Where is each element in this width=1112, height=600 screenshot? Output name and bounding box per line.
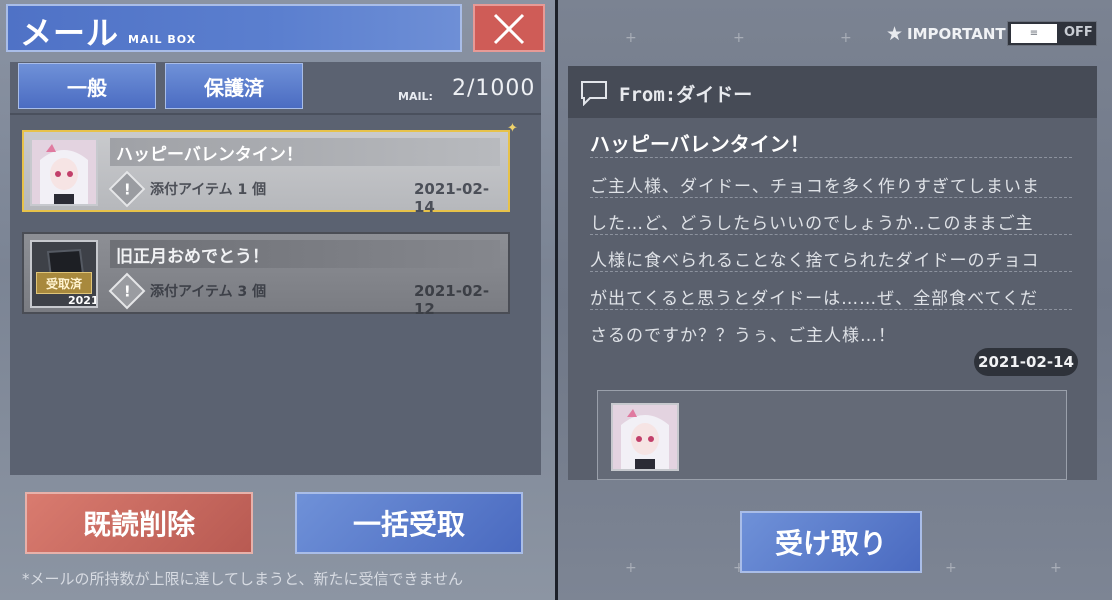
plus-deco-icon: + [625,560,637,576]
page-subtitle: MAIL BOX [128,33,197,46]
delete-read-button[interactable]: 既読削除 [25,492,253,554]
important-filter: ★ IMPORTANT [886,23,1006,45]
mail-item[interactable]: ハッピーバレンタイン！ ! 添付アイテム 1 個 2021-02-14 [22,130,510,216]
body-line: が出てくると思うとダイドーは……ぜ、全部食べてくだ [590,289,1038,309]
sender-name: From:ダイドー [619,84,753,106]
page-title: メール [20,14,120,52]
character-portrait-icon [613,405,677,469]
plus-deco-icon: + [625,30,637,46]
mail-subject: 旧正月おめでとう！ [110,240,500,268]
mail-detail-date: 2021-02-14 [974,348,1078,376]
body-line: さるのですか？？うぅ、ご主人様…！ [590,326,896,346]
received-badge: 受取済 [36,272,92,294]
attachment-label: 添付アイテム 1 個 [150,182,267,198]
attachment-info: ! 添付アイテム 1 個 [108,170,285,208]
mail-count-label: MAIL: [398,90,433,103]
tab-general[interactable]: 一般 [18,63,156,109]
close-icon [493,13,525,45]
divider [555,0,558,600]
mail-date: 2021-02-12 [414,282,490,318]
important-toggle[interactable]: ≡ OFF [1007,21,1097,46]
text-divider [590,197,1072,198]
toggle-state-label: OFF [1064,25,1093,40]
toggle-knob[interactable]: ≡ [1011,24,1057,43]
mail-count-value: 2/1000 [452,76,536,101]
message-icon [581,81,607,106]
thumb-caption: 2021 [68,294,98,307]
text-divider [590,309,1072,310]
sender-avatar [30,138,98,206]
mail-item[interactable]: 受取済 2021 旧正月おめでとう！ ! 添付アイテム 3 個 2021-02-… [22,232,510,318]
attachment-info: ! 添付アイテム 3 個 [108,272,285,310]
mail-date: 2021-02-14 [414,180,490,216]
plus-deco-icon: + [733,30,745,46]
tab-protected[interactable]: 保護済 [165,63,303,109]
title-bar: メール MAIL BOX [6,4,462,52]
plus-deco-icon: + [1050,560,1062,576]
character-portrait-icon [32,140,96,204]
list-divider [10,113,541,115]
attachment-alert-icon: ! [108,272,146,310]
close-button[interactable] [473,4,545,52]
body-line: した…ど、どうしたらいいのでしょうか‥このままご主 [590,214,1034,234]
plus-deco-icon: + [945,560,957,576]
attachment-item[interactable] [611,403,679,471]
text-divider [590,157,1072,158]
receive-button[interactable]: 受け取り [740,511,922,573]
important-label: IMPORTANT [907,25,1006,43]
star-icon: ★ [886,23,904,45]
mail-detail-subject: ハッピーバレンタイン！ [590,132,810,156]
collect-all-button[interactable]: 一括受取 [295,492,523,554]
body-line: 人様に食べられることなく捨てられたダイドーのチョコ [590,251,1040,271]
text-divider [590,271,1072,272]
body-line: ご主人様、ダイドー、チョコを多く作りすぎてしまいま [590,177,1040,197]
plus-deco-icon: + [840,30,852,46]
item-thumbnail: 受取済 2021 [30,240,98,308]
capacity-note: *メールの所持数が上限に達してしまうと、新たに受信できません [22,570,464,588]
attachment-alert-icon: ! [108,170,146,208]
mail-subject: ハッピーバレンタイン！ [110,138,500,166]
attachment-label: 添付アイテム 3 個 [150,284,267,300]
text-divider [590,234,1072,235]
